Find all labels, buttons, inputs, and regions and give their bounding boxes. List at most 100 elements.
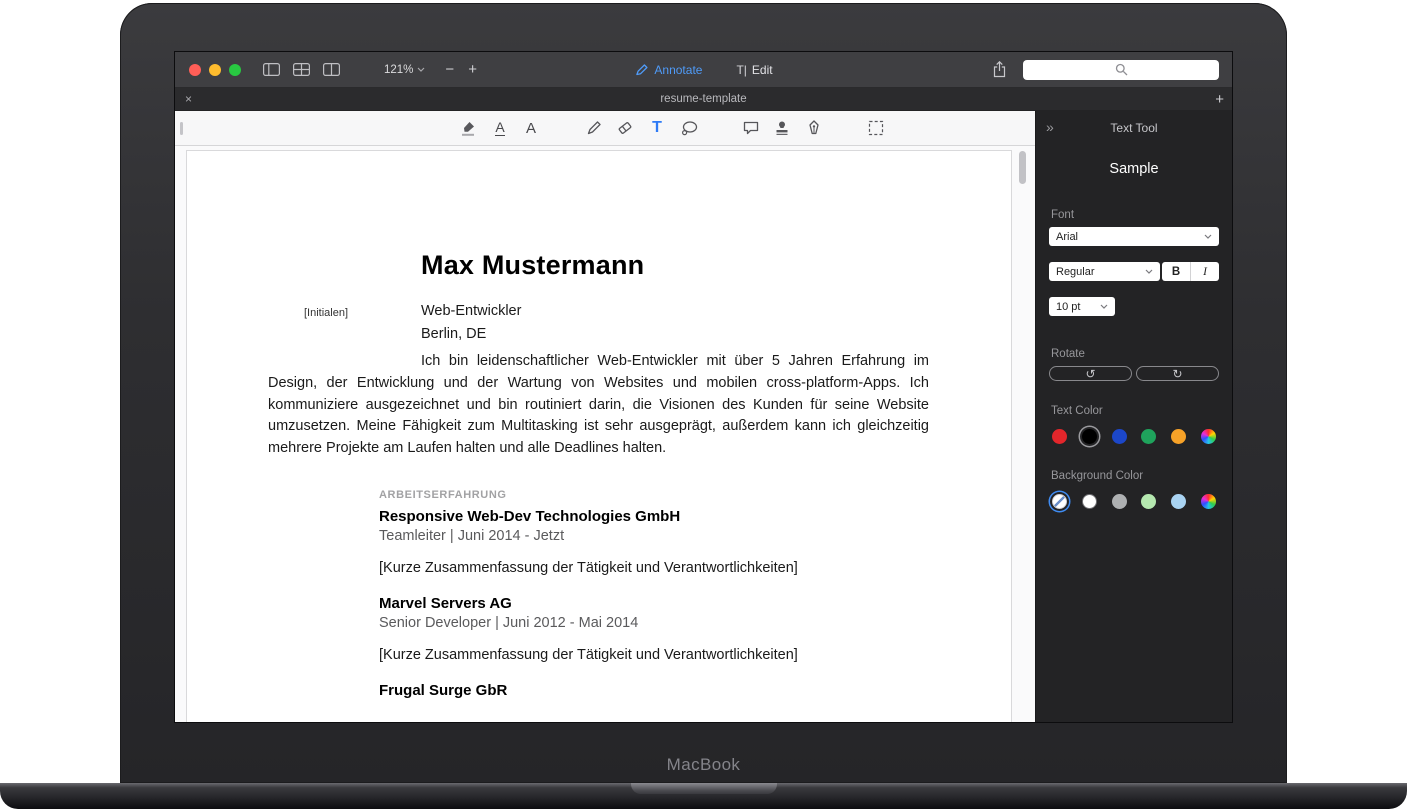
highlight-tool-icon[interactable]: [457, 117, 479, 139]
edit-text-icon: T|: [736, 62, 747, 77]
bold-italic-group: B I: [1162, 262, 1219, 281]
close-window-button[interactable]: [189, 63, 201, 76]
tab-title: resume-template: [660, 93, 747, 105]
font-select-value: Arial: [1056, 230, 1079, 243]
job-meta: Teamleiter | Juni 2014 - Jetzt: [379, 528, 565, 544]
rotate-right-icon: ↻: [1172, 366, 1183, 381]
shape-tool-icon[interactable]: [678, 117, 700, 139]
text-color-orange[interactable]: [1171, 428, 1187, 444]
rotate-controls: ↺ ↻: [1049, 366, 1219, 381]
font-style-select[interactable]: Regular: [1049, 262, 1160, 281]
tab-bar[interactable]: × resume-template +: [175, 88, 1232, 111]
chevron-down-icon: [1100, 304, 1108, 309]
macbook-base: [0, 783, 1407, 809]
two-page-view-icon[interactable]: [323, 63, 340, 76]
rotate-right-button[interactable]: ↻: [1136, 366, 1219, 381]
font-size-select[interactable]: 10 pt: [1049, 297, 1115, 316]
font-sample-preview: Sample: [1109, 161, 1159, 177]
job-meta: Senior Developer | Juni 2012 - Mai 2014: [379, 615, 639, 631]
background-color-swatches: [1052, 491, 1216, 511]
collapse-sidebar-icon[interactable]: »: [1046, 119, 1054, 135]
document-area: Max Mustermann [Initialen] Web-Entwickle…: [175, 146, 1035, 722]
macbook-mockup: 121% − + Annotate T| Edit × resume-templ…: [0, 0, 1407, 809]
chevron-down-icon: [1204, 234, 1212, 239]
macbook-brand-label: MacBook: [666, 755, 741, 774]
chevron-down-icon: [1145, 269, 1153, 274]
fullscreen-window-button[interactable]: [229, 63, 241, 76]
zoom-in-button[interactable]: +: [468, 61, 477, 78]
text-color-label: Text Color: [1051, 405, 1103, 417]
background-color-gray[interactable]: [1111, 493, 1127, 509]
rotate-label: Rotate: [1051, 348, 1085, 360]
zoom-level-dropdown[interactable]: 121%: [384, 64, 425, 76]
text-color-custom[interactable]: [1200, 428, 1216, 444]
share-icon[interactable]: [992, 61, 1007, 78]
stamp-tool-icon[interactable]: [771, 117, 793, 139]
resume-location: Berlin, DE: [421, 326, 487, 342]
tab-annotate[interactable]: Annotate: [634, 63, 702, 77]
titlebar: 121% − + Annotate T| Edit: [175, 52, 1232, 88]
font-size-value: 10 pt: [1056, 300, 1081, 313]
annotate-label: Annotate: [654, 62, 703, 77]
text-color-black-selected[interactable]: [1081, 428, 1097, 444]
selection-tool-icon[interactable]: [865, 117, 887, 139]
sidebar-header: » Text Tool: [1036, 111, 1232, 145]
view-controls: [263, 63, 340, 76]
text-style-tool-icon[interactable]: A: [520, 117, 542, 139]
search-input[interactable]: [1023, 59, 1219, 80]
mode-switcher: Annotate T| Edit: [634, 63, 773, 77]
job-company: Marvel Servers AG: [379, 595, 512, 612]
font-select[interactable]: Arial: [1049, 227, 1219, 246]
font-label: Font: [1051, 209, 1075, 221]
background-color-custom[interactable]: [1200, 493, 1216, 509]
note-tool-icon[interactable]: [740, 117, 762, 139]
pdf-page[interactable]: Max Mustermann [Initialen] Web-Entwickle…: [186, 150, 1012, 722]
edit-label: Edit: [751, 62, 773, 77]
font-style-value: Regular: [1056, 265, 1095, 278]
eraser-tool-icon[interactable]: [614, 117, 636, 139]
background-color-label: Background Color: [1051, 470, 1144, 482]
background-color-blue[interactable]: [1171, 493, 1187, 509]
app-window: 121% − + Annotate T| Edit × resume-templ…: [175, 52, 1232, 722]
job-company: Responsive Web-Dev Technologies GmbH: [379, 508, 681, 525]
new-tab-button[interactable]: +: [1215, 92, 1224, 107]
bold-button[interactable]: B: [1162, 262, 1191, 281]
background-color-green[interactable]: [1141, 493, 1157, 509]
text-tool-icon[interactable]: T: [646, 117, 668, 139]
search-icon: [1115, 63, 1127, 76]
signature-tool-icon[interactable]: [803, 117, 825, 139]
text-tool-sidebar: » Text Tool Sample Font Arial Regular B …: [1035, 111, 1232, 722]
sidebar-view-icon[interactable]: [263, 63, 280, 76]
macbook-lid: 121% − + Annotate T| Edit × resume-templ…: [120, 3, 1287, 783]
pen-tool-icon[interactable]: [583, 117, 605, 139]
chevron-down-icon: [417, 67, 425, 72]
text-color-blue[interactable]: [1111, 428, 1127, 444]
background-color-white[interactable]: [1081, 493, 1097, 509]
text-color-red[interactable]: [1052, 428, 1067, 444]
rotate-left-button[interactable]: ↺: [1049, 366, 1132, 381]
text-color-green[interactable]: [1141, 428, 1157, 444]
scrollbar-thumb[interactable]: [1019, 151, 1026, 184]
zoom-out-button[interactable]: −: [445, 61, 454, 78]
titlebar-right: [992, 59, 1219, 80]
thumbnails-view-icon[interactable]: [293, 63, 310, 76]
zoom-controls: 121% − +: [384, 61, 477, 78]
macbook-lid-notch: [630, 783, 777, 794]
tab-edit[interactable]: T| Edit: [736, 63, 772, 77]
panel-drag-handle[interactable]: [180, 122, 183, 135]
resume-contact: Web-Entwickler Berlin, DE: [421, 300, 521, 346]
experience-section: ARBEITSERFAHRUNG Responsive Web-Dev Tech…: [379, 489, 949, 702]
annotation-toolbar: A A T: [175, 111, 1035, 146]
job-summary-placeholder: [Kurze Zusammenfassung der Tätigkeit und…: [379, 647, 798, 663]
sidebar-title: Text Tool: [1110, 121, 1158, 135]
experience-header: ARBEITSERFAHRUNG: [379, 489, 507, 501]
zoom-level: 121%: [384, 63, 414, 76]
traffic-lights: [189, 63, 241, 76]
annotate-pen-icon: [635, 64, 648, 76]
job-summary-placeholder: [Kurze Zusammenfassung der Tätigkeit und…: [379, 560, 798, 576]
underline-tool-icon[interactable]: A: [489, 117, 511, 139]
minimize-window-button[interactable]: [209, 63, 221, 76]
resume-role: Web-Entwickler: [421, 303, 522, 319]
background-color-none-selected[interactable]: [1052, 493, 1067, 509]
italic-button[interactable]: I: [1191, 262, 1219, 281]
